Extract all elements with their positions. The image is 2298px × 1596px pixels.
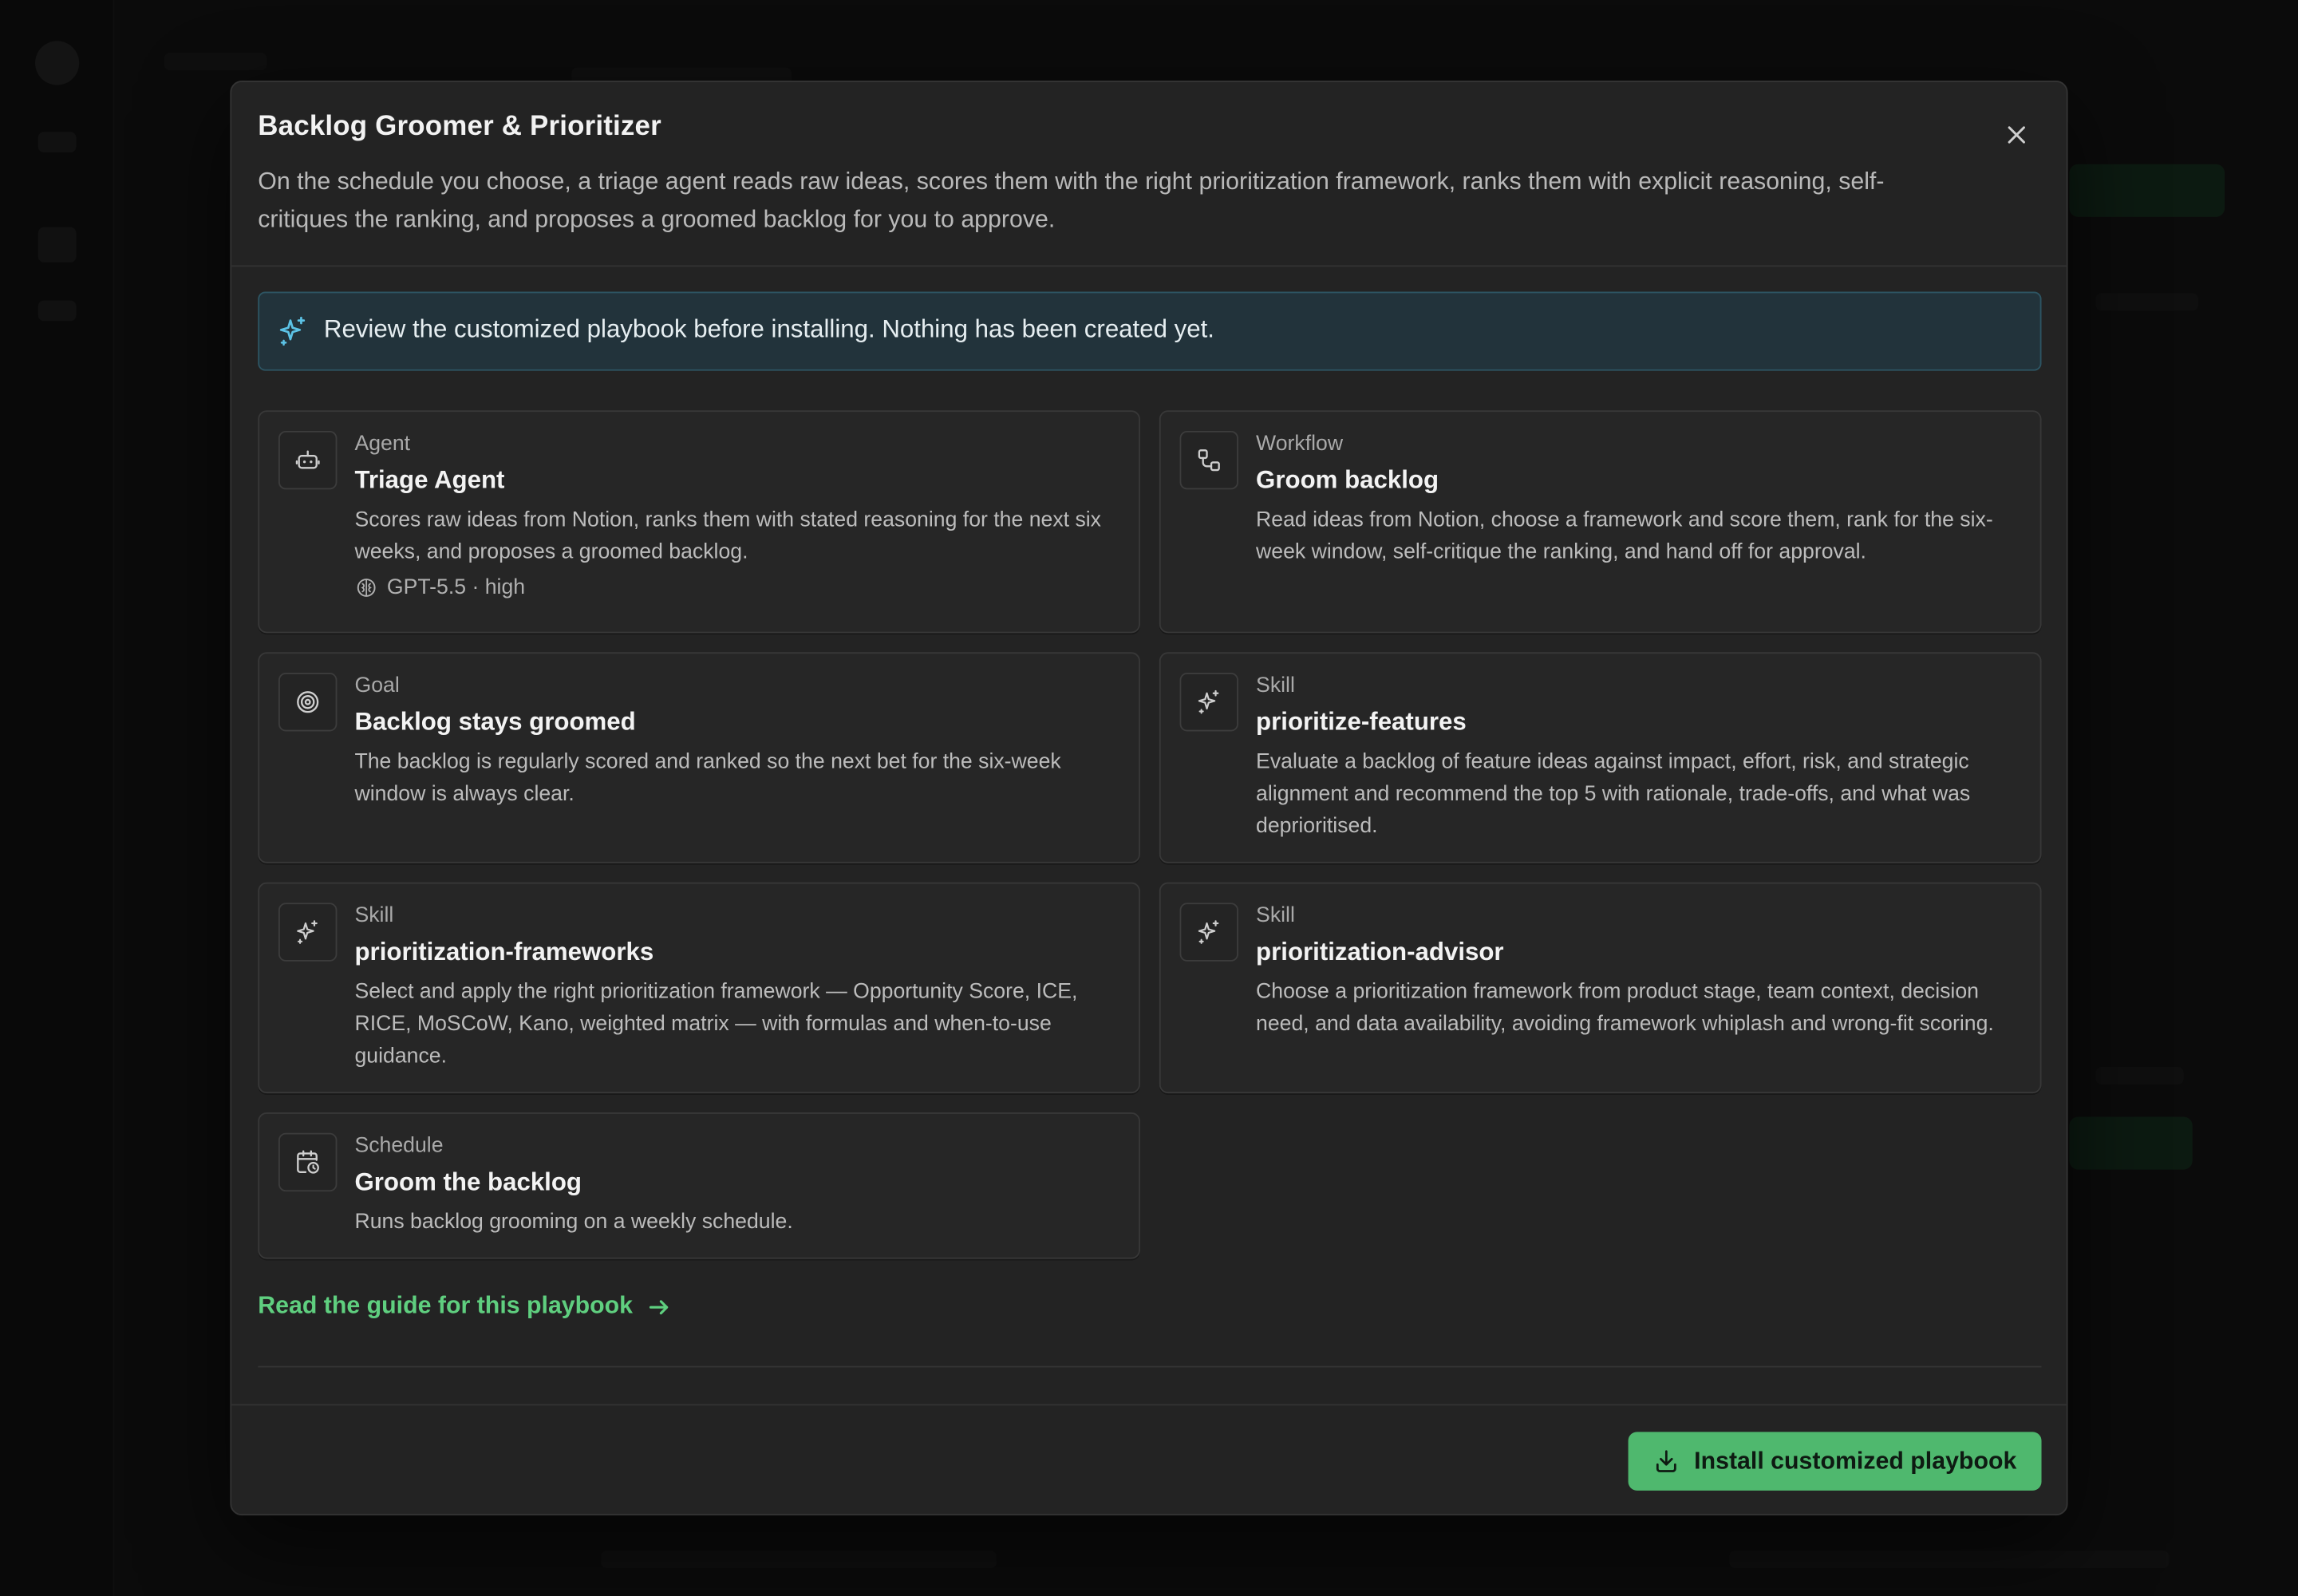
card-kind: Agent	[354, 432, 411, 456]
card-title: prioritization-advisor	[1256, 938, 1504, 966]
brain-icon	[357, 579, 376, 597]
card-skill-prioritization-advisor[interactable]: Skill prioritization-advisor Choose a pr…	[1159, 882, 2042, 1094]
robot-icon	[295, 450, 320, 469]
target-icon	[297, 691, 319, 713]
card-title: Triage Agent	[354, 466, 505, 494]
review-notice: Review the customized playbook before in…	[258, 291, 2042, 371]
card-icon-box	[1179, 903, 1239, 962]
card-schedule[interactable]: Schedule Groom the backlog Runs backlog …	[258, 1112, 1140, 1259]
close-icon	[2008, 126, 2025, 144]
card-title: prioritize-features	[1256, 708, 1467, 736]
card-icon-box	[278, 903, 338, 962]
card-description: Read ideas from Notion, choose a framewo…	[1256, 508, 1993, 565]
install-button[interactable]: Install customized playbook	[1628, 1432, 2042, 1491]
card-agent[interactable]: Agent Triage Agent Scores raw ideas from…	[258, 410, 1140, 634]
card-icon-box	[1179, 672, 1239, 732]
card-skill-prioritize-features[interactable]: Skill prioritize-features Evaluate a bac…	[1159, 652, 2042, 863]
card-icon-box	[278, 1132, 338, 1192]
card-description: Scores raw ideas from Notion, ranks them…	[354, 508, 1101, 565]
card-description: Evaluate a backlog of feature ideas agai…	[1256, 750, 1971, 839]
sparkles-icon	[279, 316, 306, 346]
guide-link[interactable]: Read the guide for this playbook	[258, 1293, 671, 1321]
card-kind: Skill	[1256, 904, 1295, 928]
playbook-modal: Backlog Groomer & Prioritizer On the sch…	[230, 81, 2068, 1516]
sparkles-icon	[1198, 689, 1219, 714]
calendar-clock-icon	[297, 1150, 319, 1174]
card-goal[interactable]: Goal Backlog stays groomed The backlog i…	[258, 652, 1140, 863]
card-icon-box	[278, 672, 338, 732]
card-icon-box	[1179, 430, 1239, 490]
modal-title: Backlog Groomer & Prioritizer	[258, 111, 661, 143]
sparkles-icon	[1198, 920, 1219, 944]
card-skill-prioritization-frameworks[interactable]: Skill prioritization-frameworks Select a…	[258, 882, 1140, 1094]
card-workflow[interactable]: Workflow Groom backlog Read ideas from N…	[1159, 410, 2042, 634]
modal-header: Backlog Groomer & Prioritizer On the sch…	[231, 82, 2067, 267]
arrow-right-icon	[649, 1299, 668, 1314]
notice-text: Review the customized playbook before in…	[323, 314, 1214, 343]
card-description: The backlog is regularly scored and rank…	[354, 750, 1061, 807]
divider	[258, 1365, 2042, 1368]
modal-description: On the schedule you choose, a triage age…	[258, 168, 1885, 234]
card-kind: Skill	[1256, 674, 1295, 698]
footer-divider	[231, 1404, 2067, 1406]
model-label: GPT-5.5 · high	[386, 575, 526, 600]
card-kind: Skill	[354, 904, 394, 928]
card-kind: Schedule	[354, 1134, 444, 1158]
card-description: Runs backlog grooming on a weekly schedu…	[354, 1211, 793, 1235]
card-title: Groom backlog	[1256, 466, 1439, 494]
sparkles-icon	[297, 920, 318, 944]
guide-link-label: Read the guide for this playbook	[258, 1292, 634, 1319]
card-kind: Workflow	[1256, 432, 1344, 456]
close-button[interactable]	[1999, 117, 2034, 152]
card-description: Select and apply the right prioritizatio…	[354, 980, 1078, 1069]
card-kind: Goal	[354, 674, 400, 698]
card-title: prioritization-frameworks	[354, 938, 654, 966]
card-icon-box	[278, 430, 338, 490]
card-title: Groom the backlog	[354, 1167, 582, 1196]
download-icon	[1656, 1450, 1676, 1472]
install-button-label: Install customized playbook	[1694, 1447, 2017, 1474]
card-description: Choose a prioritization framework from p…	[1256, 980, 1994, 1037]
card-title: Backlog stays groomed	[354, 708, 636, 736]
workflow-icon	[1198, 449, 1220, 472]
model-badge: GPT-5.5 · high	[354, 576, 525, 599]
